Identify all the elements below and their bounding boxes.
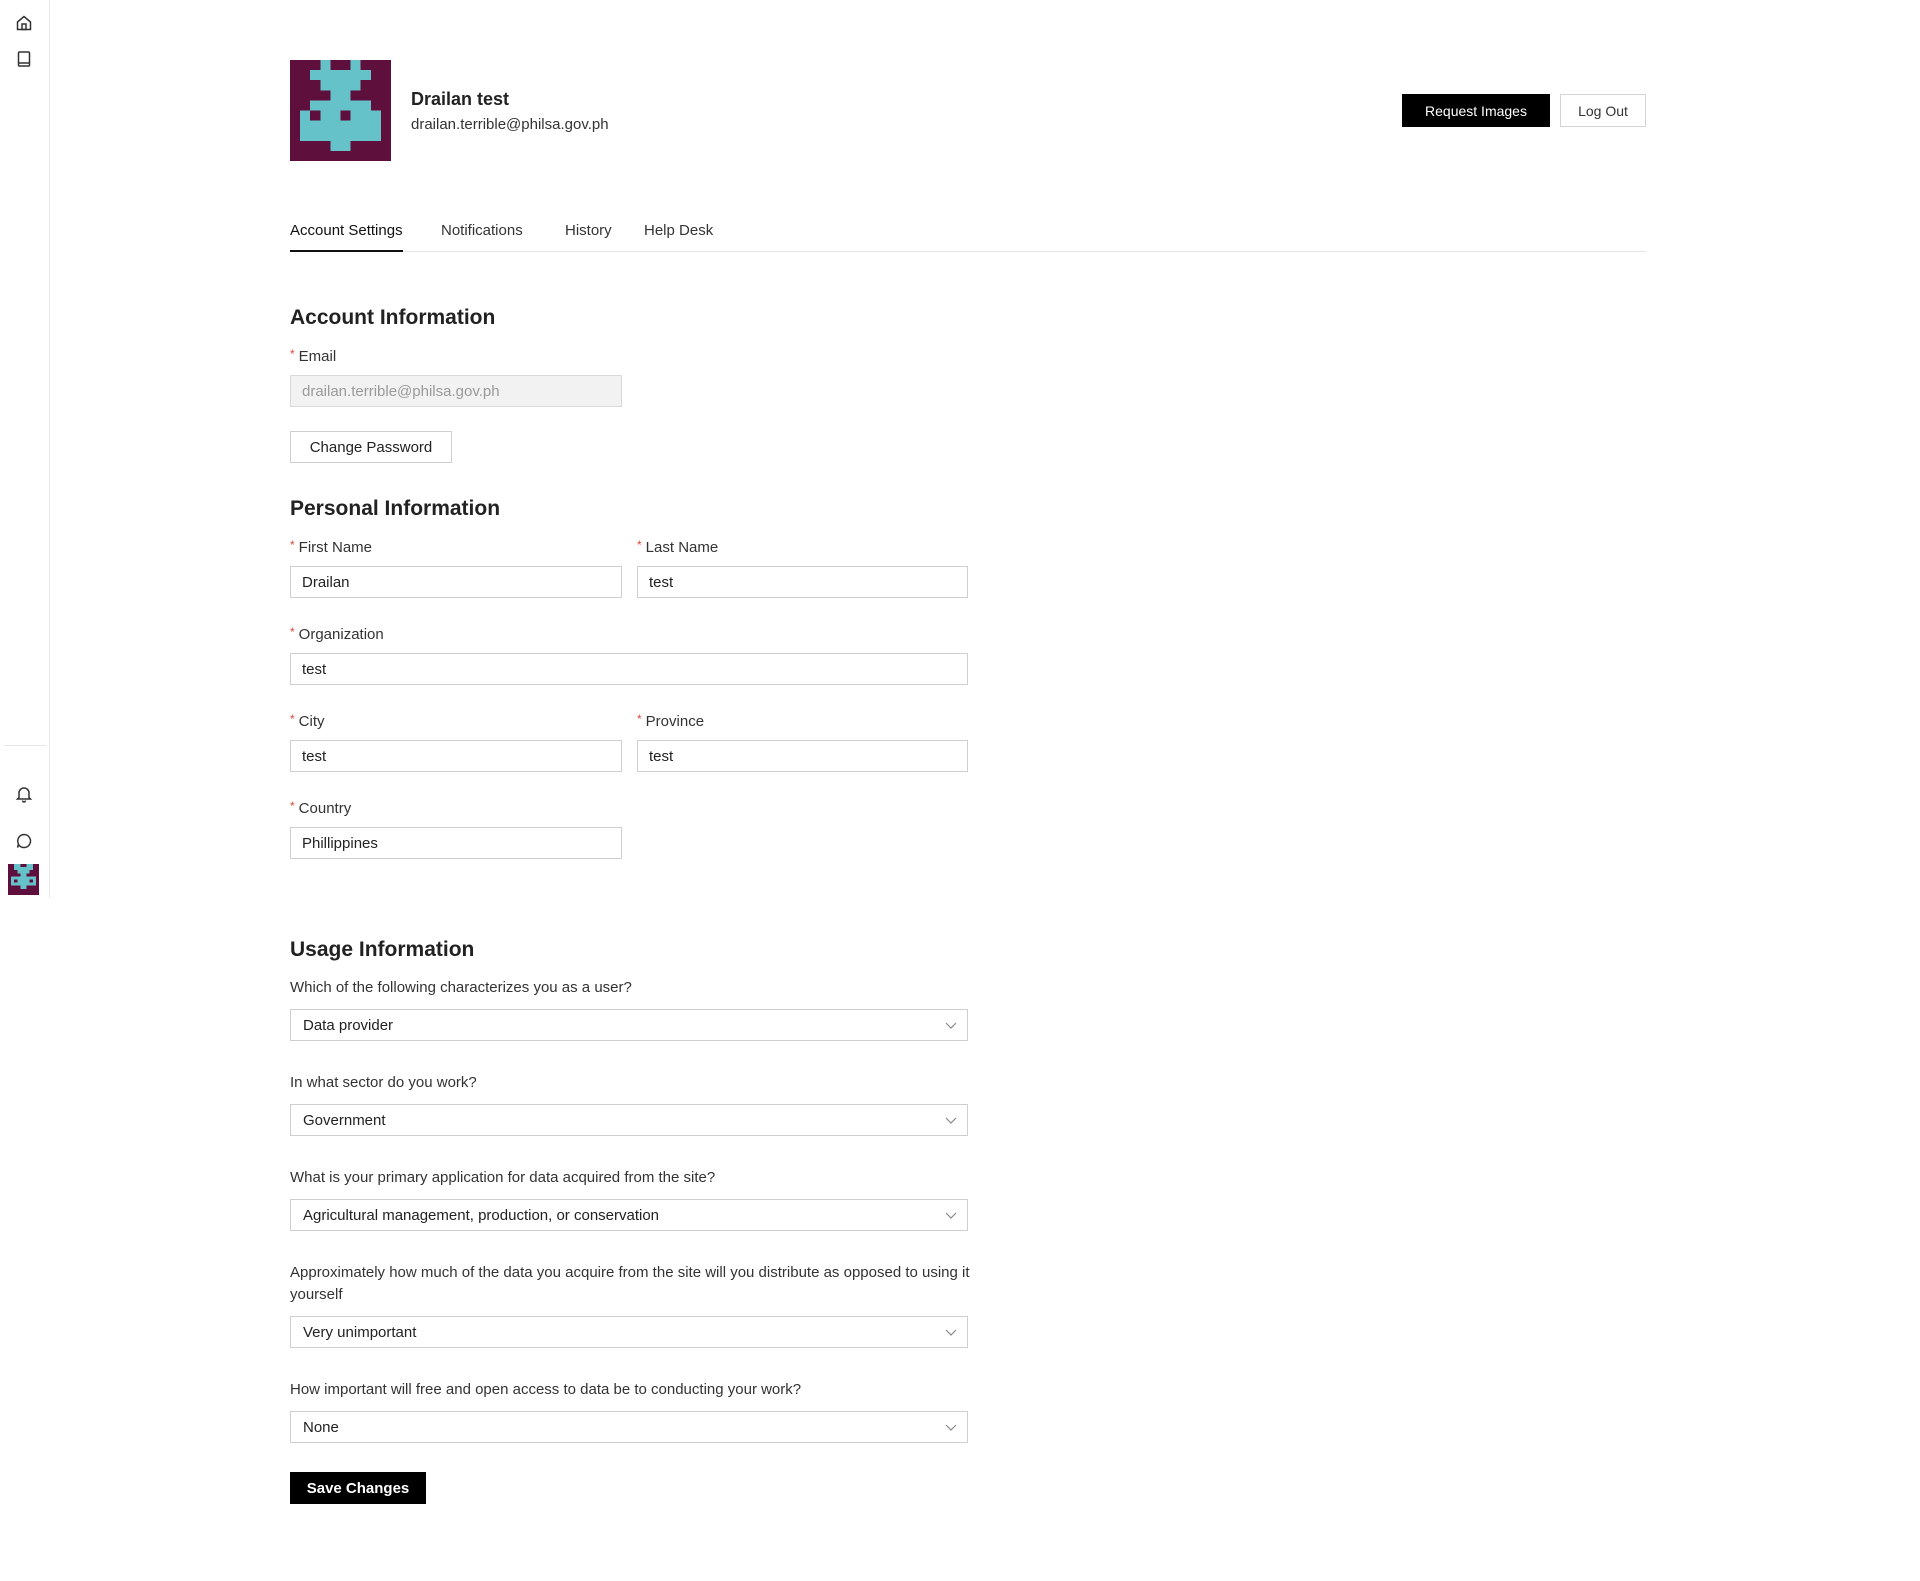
open-access-select[interactable]: None <box>290 1411 968 1443</box>
bell-icon[interactable] <box>13 783 35 805</box>
question-application: What is your primary application for dat… <box>290 1169 716 1186</box>
email-label: * Email <box>290 347 337 365</box>
sector-select[interactable]: Government <box>290 1104 968 1136</box>
chevron-down-icon <box>945 1117 957 1124</box>
chevron-down-icon <box>945 1022 957 1029</box>
country-label: * Country <box>290 799 352 817</box>
distribution-value: Very unimportant <box>303 1324 417 1341</box>
tab-account-settings[interactable]: Account Settings <box>290 222 403 252</box>
account-information-title: Account Information <box>290 306 496 329</box>
first-name-label: * First Name <box>290 538 373 556</box>
application-select[interactable]: Agricultural management, production, or … <box>290 1199 968 1231</box>
province-field[interactable] <box>637 740 968 772</box>
question-open-access: How important will free and open access … <box>290 1381 802 1398</box>
last-name-field[interactable] <box>637 566 968 598</box>
chat-icon[interactable] <box>13 830 35 852</box>
logout-button[interactable]: Log Out <box>1560 94 1646 127</box>
province-label: * Province <box>637 712 705 730</box>
profile-email: drailan.terrible@philsa.gov.ph <box>411 116 609 133</box>
city-label: * City <box>290 712 325 730</box>
tab-notifications[interactable]: Notifications <box>441 222 523 252</box>
open-access-value: None <box>303 1419 339 1436</box>
application-value: Agricultural management, production, or … <box>303 1207 660 1224</box>
organization-field[interactable] <box>290 653 968 685</box>
book-icon[interactable] <box>13 48 35 70</box>
profile-avatar <box>290 60 391 161</box>
tab-help-desk[interactable]: Help Desk <box>644 222 713 252</box>
left-rail <box>0 0 50 898</box>
rail-avatar[interactable] <box>8 864 39 895</box>
tab-history[interactable]: History <box>565 222 612 252</box>
question-sector: In what sector do you work? <box>290 1074 477 1091</box>
question-distribution: Approximately how much of the data you a… <box>290 1264 970 1303</box>
country-field[interactable] <box>290 827 622 859</box>
first-name-field[interactable] <box>290 566 622 598</box>
chevron-down-icon <box>945 1424 957 1431</box>
profile-name: Drailan test <box>411 89 510 109</box>
home-icon[interactable] <box>13 12 35 34</box>
user-type-select[interactable]: Data provider <box>290 1009 968 1041</box>
chevron-down-icon <box>945 1212 957 1219</box>
user-type-value: Data provider <box>303 1017 394 1034</box>
save-changes-button[interactable]: Save Changes <box>290 1472 426 1504</box>
sector-value: Government <box>303 1112 386 1129</box>
city-field[interactable] <box>290 740 622 772</box>
settings-tabs: Account Settings Notifications History H… <box>290 210 1646 252</box>
request-images-button[interactable]: Request Images <box>1402 94 1550 127</box>
last-name-label: * Last Name <box>637 538 719 556</box>
question-user-type: Which of the following characterizes you… <box>290 979 632 996</box>
change-password-button[interactable]: Change Password <box>290 431 452 463</box>
organization-label: * Organization <box>290 625 384 643</box>
usage-information-title: Usage Information <box>290 938 475 961</box>
email-field <box>290 375 622 407</box>
distribution-select[interactable]: Very unimportant <box>290 1316 968 1348</box>
personal-information-title: Personal Information <box>290 497 501 520</box>
chevron-down-icon <box>945 1329 957 1336</box>
rail-divider <box>4 745 46 746</box>
